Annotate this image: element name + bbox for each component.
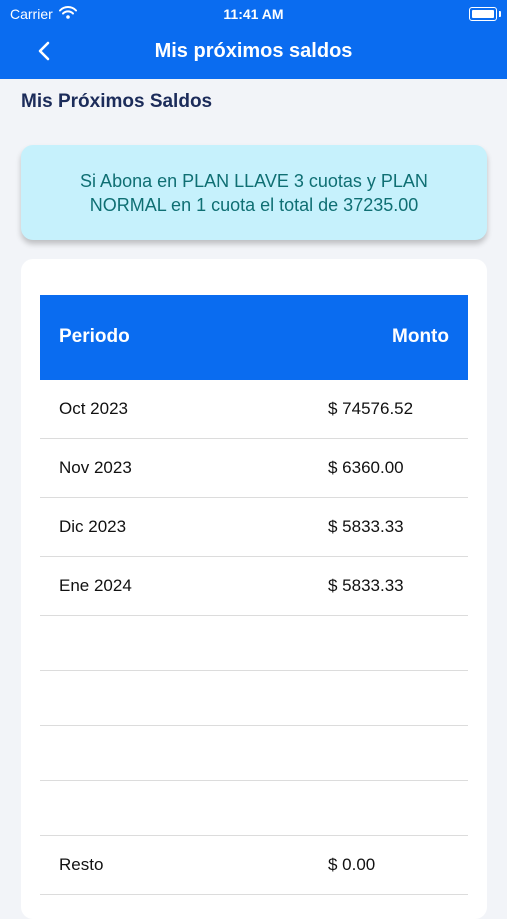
row-amount: $ 6360.00: [328, 458, 404, 477]
balances-card: Periodo Monto Oct 2023 $ 74576.52 Nov 20…: [21, 259, 487, 919]
empty-row: [40, 671, 468, 726]
row-amount: $ 74576.52: [328, 399, 414, 418]
header-amount: Monto: [392, 326, 449, 347]
empty-row: [40, 781, 468, 836]
row-period: Oct 2023: [59, 399, 128, 418]
row-period: Dic 2023: [59, 517, 127, 536]
resto-row: Resto $ 0.00: [40, 836, 468, 895]
table-row: Oct 2023 $ 74576.52: [40, 380, 468, 439]
header-period: Periodo: [59, 326, 130, 347]
empty-row: [40, 616, 468, 671]
resto-amount: $ 0.00: [328, 855, 376, 874]
row-amount: $ 5833.33: [328, 517, 404, 536]
navigation-bar: Mis próximos saldos: [0, 28, 507, 79]
table-row: Nov 2023 $ 6360.00: [40, 439, 468, 498]
banner-text: Si Abona en PLAN LLAVE 3 cuotas y PLAN N…: [80, 170, 428, 215]
status-time: 11:41 AM: [223, 6, 284, 22]
section-title: Mis Próximos Saldos: [21, 91, 213, 112]
table-row: Ene 2024 $ 5833.33: [40, 557, 468, 616]
battery-icon: [469, 7, 501, 21]
balances-table: Periodo Monto Oct 2023 $ 74576.52 Nov 20…: [40, 295, 468, 895]
resto-period: Resto: [59, 855, 104, 874]
row-amount: $ 5833.33: [328, 576, 404, 595]
page-title: Mis próximos saldos: [154, 40, 353, 62]
empty-row: [40, 726, 468, 781]
row-period: Ene 2024: [59, 576, 132, 595]
top-bar: Carrier 11:41 AM Mis próximos saldos: [0, 0, 507, 79]
status-bar: Carrier 11:41 AM: [0, 0, 507, 28]
table-row: Dic 2023 $ 5833.33: [40, 498, 468, 557]
table-header: Periodo Monto: [40, 295, 468, 380]
total-banner: Si Abona en PLAN LLAVE 3 cuotas y PLAN N…: [21, 145, 487, 240]
row-period: Nov 2023: [59, 458, 132, 477]
